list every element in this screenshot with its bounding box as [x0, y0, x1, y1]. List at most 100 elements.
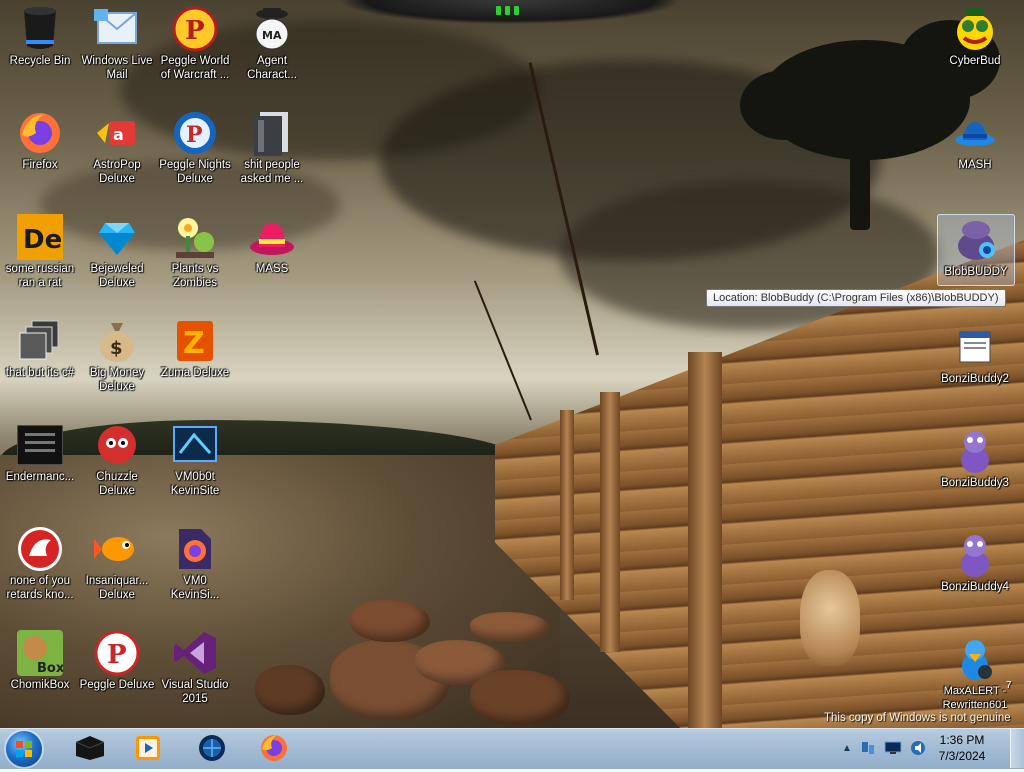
plants-icon [172, 214, 218, 260]
network-icon[interactable] [860, 740, 876, 756]
peggle-icon: P [172, 6, 218, 52]
icon-label: Peggle Deluxe [79, 679, 155, 691]
icon-firefox[interactable]: Firefox [0, 104, 80, 172]
dragon-icon [17, 526, 63, 572]
icon-blobbuddy[interactable]: BlobBUDDY [937, 214, 1015, 286]
icon-that-but-csharp[interactable]: that but its c# [0, 312, 80, 380]
icon-peggle-wow[interactable]: P Peggle World of Warcraft ... [155, 0, 235, 82]
visual-studio-icon [172, 630, 218, 676]
icon-endermanch[interactable]: Endermanc... [0, 416, 80, 484]
icon-label: AstroPop Deluxe [93, 159, 141, 185]
not-genuine-watermark: This copy of Windows is not genuine [824, 712, 1011, 724]
icon-chuzzle[interactable]: Chuzzle Deluxe [77, 416, 157, 498]
svg-text:De: De [23, 225, 62, 255]
icon-mass[interactable]: MASS [232, 208, 312, 276]
clock-date: 7/3/2024 [938, 749, 986, 763]
icon-label: CyberBud [949, 55, 1001, 67]
icon-windows-live-mail[interactable]: Windows Live Mail [77, 0, 157, 82]
icon-vm0-kevinsite[interactable]: VM0 KevinSi... [155, 520, 235, 602]
icon-label: some russian ran a rat [5, 263, 75, 289]
svg-text:a: a [113, 125, 124, 144]
mail-icon [94, 6, 140, 52]
icon-label: ChomikBox [10, 679, 70, 691]
icon-peggle-nights[interactable]: P Peggle Nights Deluxe [155, 104, 235, 186]
taskbar-clock[interactable]: 1:36 PM 7/3/2024 [932, 732, 992, 764]
peggle-nights-icon: P [172, 110, 218, 156]
media-player-icon [136, 736, 160, 760]
icon-label: BonziBuddy4 [941, 581, 1009, 593]
fish-icon [94, 526, 140, 572]
taskbar-media-player[interactable] [122, 730, 174, 766]
icon-bonzibuddy4[interactable]: BonziBuddy4 [935, 526, 1015, 594]
icon-none-of-you[interactable]: none of you retards kno... [0, 520, 80, 602]
zuma-icon: Z [172, 318, 218, 364]
icon-plants-vs-zombies[interactable]: Plants vs Zombies [155, 208, 235, 290]
icon-label: BonziBuddy3 [941, 477, 1009, 489]
icon-chomikbox[interactable]: Box ChomikBox [0, 624, 80, 692]
icon-big-money[interactable]: $ Big Money Deluxe [77, 312, 157, 394]
icon-label: MASH [958, 159, 992, 171]
globe-icon [199, 735, 225, 761]
de-icon: De [17, 214, 63, 260]
icon-location-tooltip: Location: BlobBuddy (C:\Program Files (x… [706, 289, 1006, 307]
astropop-icon: a [94, 110, 140, 156]
system-tray: ▲ [842, 733, 926, 763]
windows-logo-icon [16, 741, 32, 757]
firefox-icon [17, 110, 63, 156]
icon-visual-studio[interactable]: Visual Studio 2015 [155, 624, 235, 706]
folder-icon [249, 110, 295, 156]
cyberbud-icon [952, 6, 998, 52]
icon-label: Plants vs Zombies [171, 263, 219, 289]
svg-text:$: $ [110, 338, 123, 359]
show-hidden-icons-icon[interactable]: ▲ [842, 743, 852, 754]
icon-mash[interactable]: MASH [935, 104, 1015, 172]
icon-bejeweled[interactable]: Bejeweled Deluxe [77, 208, 157, 290]
corner-note: 7 [1006, 680, 1012, 691]
svg-text:Box: Box [37, 661, 63, 676]
icon-bonzibuddy3[interactable]: BonziBuddy3 [935, 422, 1015, 490]
chuzzle-icon [94, 422, 140, 468]
icon-peggle-deluxe[interactable]: P Peggle Deluxe [77, 624, 157, 692]
icon-bonzibuddy2[interactable]: BonziBuddy2 [935, 318, 1015, 386]
icon-insaniquarium[interactable]: Insaniquar... Deluxe [77, 520, 157, 602]
bonzi-icon [952, 428, 998, 474]
icon-astropop[interactable]: a AstroPop Deluxe [77, 104, 157, 186]
top-gadget-indicator [496, 6, 519, 15]
start-button[interactable] [6, 731, 42, 767]
recycle-bin-icon [17, 6, 63, 52]
firefox-file-icon [172, 526, 218, 572]
windows-stack-icon [17, 318, 63, 364]
hat-icon [249, 214, 295, 260]
icon-label: shit people asked me ... [240, 159, 304, 185]
firefox-icon [261, 735, 287, 761]
icon-zuma[interactable]: Z Zuma Deluxe [155, 312, 235, 380]
svg-text:P: P [185, 16, 205, 46]
vm-icon [172, 422, 218, 468]
taskbar-globe-app[interactable] [186, 730, 238, 766]
icon-label: Visual Studio 2015 [161, 679, 229, 705]
icon-label: MASS [255, 263, 289, 275]
taskbar-app-1[interactable] [64, 730, 116, 766]
icon-folder-people[interactable]: shit people asked me ... [232, 104, 312, 186]
taskbar-firefox[interactable] [248, 730, 300, 766]
icon-cyberbud[interactable]: CyberBud [935, 0, 1015, 68]
icon-maxalert[interactable]: MaxALERT - Rewritten601 [935, 630, 1015, 712]
chomikbox-icon: Box [17, 630, 63, 676]
icon-recycle-bin[interactable]: Recycle Bin [0, 0, 80, 68]
svg-text:MA: MA [262, 29, 282, 42]
icon-russian-rat[interactable]: De some russian ran a rat [0, 208, 80, 290]
icon-label: Big Money Deluxe [89, 367, 145, 393]
volume-icon[interactable] [910, 740, 926, 756]
bonzi-icon [952, 532, 998, 578]
peggle-icon: P [94, 630, 140, 676]
svg-text:Z: Z [183, 326, 205, 361]
svg-text:P: P [186, 122, 203, 148]
show-desktop-button[interactable] [1010, 729, 1024, 768]
monitor-icon[interactable] [884, 741, 902, 755]
icon-label: Endermanc... [5, 471, 75, 483]
icon-agent-character[interactable]: MA Agent Charact... [232, 0, 312, 82]
window-icon [952, 324, 998, 370]
icon-vm0b0t[interactable]: VM0b0t KevinSite [155, 416, 235, 498]
svg-text:P: P [107, 640, 127, 670]
icon-label: MaxALERT - Rewritten601 [942, 685, 1008, 711]
